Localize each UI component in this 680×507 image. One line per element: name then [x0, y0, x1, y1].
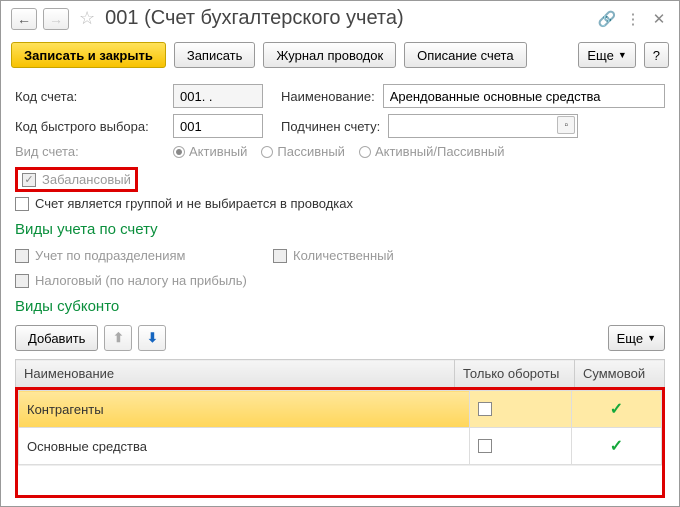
radio-passive-label: Пассивный: [277, 144, 345, 159]
section-subkonto: Виды субконто: [15, 298, 665, 315]
add-button[interactable]: Добавить: [15, 325, 98, 351]
cell-sum[interactable]: ✓: [572, 391, 662, 428]
radio-dot-icon: [173, 146, 185, 158]
offbalance-highlight: Забалансовый: [15, 167, 138, 192]
move-down-button[interactable]: ⬇: [138, 325, 166, 351]
radio-active[interactable]: Активный: [173, 144, 247, 159]
parent-input[interactable]: [388, 114, 578, 138]
more-label: Еще: [587, 48, 613, 63]
parent-picker-icon[interactable]: ▫: [557, 116, 575, 134]
chevron-down-icon: ▼: [647, 333, 656, 343]
subkonto-table: Наименование Только обороты Суммовой: [15, 359, 665, 388]
check-icon: ✓: [610, 438, 623, 455]
section-accounting-types: Виды учета по счету: [15, 221, 665, 238]
parent-label: Подчинен счету:: [281, 119, 380, 134]
cell-name: Основные средства: [19, 428, 470, 465]
help-button[interactable]: ?: [644, 42, 669, 68]
cell-turnover[interactable]: [469, 428, 571, 465]
table-row[interactable]: Контрагенты ✓: [19, 391, 662, 428]
radio-both-label: Активный/Пассивный: [375, 144, 505, 159]
radio-active-label: Активный: [189, 144, 247, 159]
quick-code-label: Код быстрого выбора:: [15, 119, 165, 134]
sub-more-label: Еще: [617, 331, 643, 346]
link-icon[interactable]: 🔗: [597, 9, 617, 29]
quick-code-input[interactable]: [173, 114, 263, 138]
arrow-up-icon: ⬆: [113, 330, 124, 346]
isgroup-checkbox[interactable]: [15, 197, 29, 211]
name-input[interactable]: [383, 84, 665, 108]
forward-button[interactable]: →: [43, 8, 69, 30]
chevron-down-icon: ▼: [618, 50, 627, 60]
check-icon: ✓: [610, 401, 623, 418]
turnover-checkbox[interactable]: [478, 402, 492, 416]
radio-dot-icon: [261, 146, 273, 158]
sub-more-button[interactable]: Еще ▼: [608, 325, 665, 351]
col-sum[interactable]: Суммовой: [575, 360, 665, 388]
type-label: Вид счета:: [15, 144, 165, 159]
radio-dot-icon: [359, 146, 371, 158]
cell-name: Контрагенты: [19, 391, 470, 428]
code-label: Код счета:: [15, 89, 165, 104]
quantitative-label: Количественный: [293, 248, 394, 263]
arrow-down-icon: ⬇: [147, 330, 158, 346]
tax-label: Налоговый (по налогу на прибыль): [35, 273, 247, 288]
bydept-label: Учет по подразделениям: [35, 248, 185, 263]
col-turnover[interactable]: Только обороты: [455, 360, 575, 388]
journal-button[interactable]: Журнал проводок: [263, 42, 396, 68]
code-input[interactable]: [173, 84, 263, 108]
cell-turnover[interactable]: [469, 391, 571, 428]
favorite-star-icon[interactable]: ☆: [79, 8, 95, 29]
offbalance-label: Забалансовый: [42, 172, 131, 187]
window-title: 001 (Счет бухгалтерского учета): [105, 7, 591, 30]
back-button[interactable]: ←: [11, 8, 37, 30]
more-button[interactable]: Еще ▼: [578, 42, 635, 68]
quantitative-checkbox: [273, 249, 287, 263]
description-button[interactable]: Описание счета: [404, 42, 526, 68]
turnover-checkbox[interactable]: [478, 439, 492, 453]
name-label: Наименование:: [281, 89, 375, 104]
offbalance-checkbox: [22, 173, 36, 187]
isgroup-label: Счет является группой и не выбирается в …: [35, 196, 353, 211]
tax-checkbox: [15, 274, 29, 288]
close-icon[interactable]: ✕: [649, 9, 669, 29]
radio-active-passive[interactable]: Активный/Пассивный: [359, 144, 505, 159]
cell-sum[interactable]: ✓: [572, 428, 662, 465]
col-name[interactable]: Наименование: [16, 360, 455, 388]
radio-passive[interactable]: Пассивный: [261, 144, 345, 159]
move-up-button[interactable]: ⬆: [104, 325, 132, 351]
save-button[interactable]: Записать: [174, 42, 256, 68]
kebab-menu-icon[interactable]: ⋮: [623, 9, 643, 29]
bydept-checkbox: [15, 249, 29, 263]
save-and-close-button[interactable]: Записать и закрыть: [11, 42, 166, 68]
table-row[interactable]: Основные средства ✓: [19, 428, 662, 465]
